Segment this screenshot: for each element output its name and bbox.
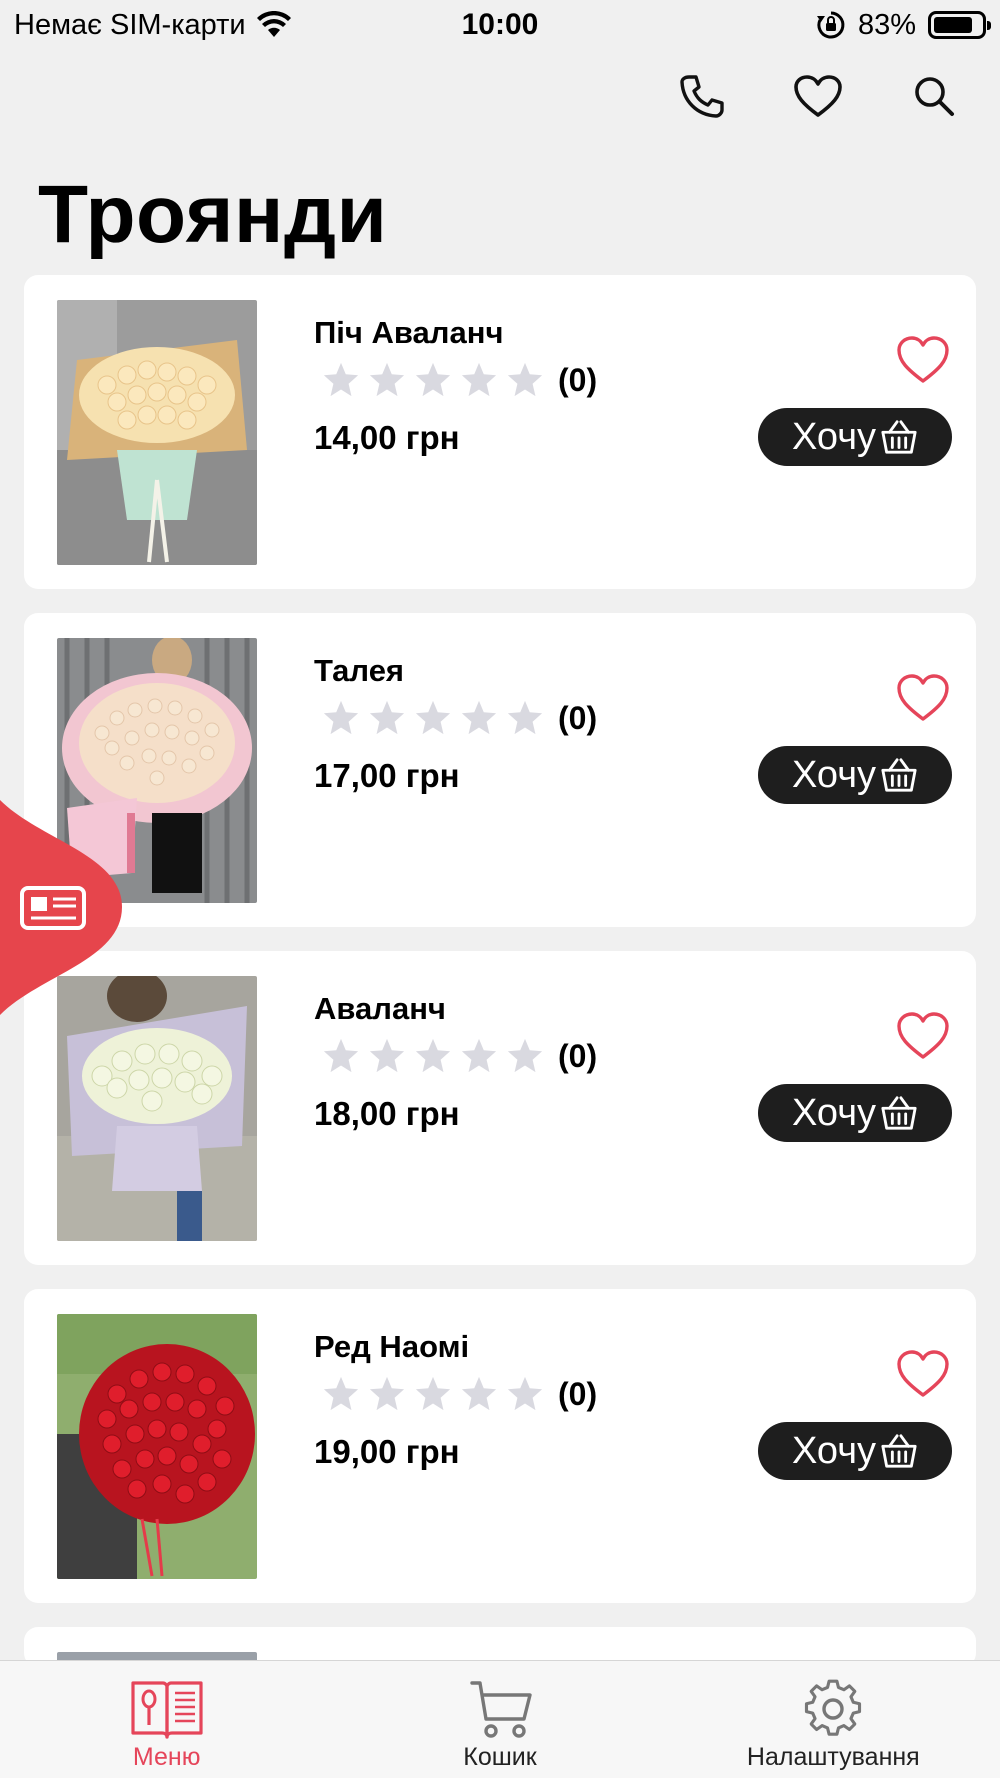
heart-icon: [897, 674, 949, 721]
star-icon: [415, 700, 451, 735]
basket-icon: [881, 758, 917, 792]
rating-count: (0): [558, 1037, 598, 1074]
menu-book-icon: [131, 1681, 203, 1739]
cart-icon: [470, 1681, 532, 1738]
carrier-label: Немає SIM-карти: [14, 8, 246, 41]
product-image[interactable]: [57, 300, 257, 565]
favorite-button[interactable]: [896, 1349, 950, 1399]
want-button[interactable]: Хочу: [758, 1422, 952, 1480]
basket-icon: [881, 1096, 917, 1130]
phone-button[interactable]: [676, 70, 728, 122]
catalog-side-tab[interactable]: [0, 800, 122, 1015]
search-icon: [915, 77, 954, 116]
phone-icon: [680, 75, 724, 118]
wifi-icon: [256, 11, 291, 37]
product-card[interactable]: Піч Аваланч (0) 14,00 грн Хочу: [24, 275, 976, 589]
favorites-button[interactable]: [792, 70, 844, 122]
product-card[interactable]: Талея (0) 17,00 грн Хочу: [24, 613, 976, 927]
rotation-lock-icon: [816, 11, 845, 39]
star-icon: [461, 1376, 497, 1411]
star-icon: [369, 1038, 405, 1073]
product-image[interactable]: [57, 976, 257, 1241]
status-left: Немає SIM-карти: [14, 9, 292, 42]
product-name[interactable]: Талея: [314, 653, 404, 689]
top-actions: [676, 70, 960, 122]
tab-bar: Меню Кошик Налаштування: [0, 1660, 1000, 1778]
star-icon: [323, 1038, 359, 1073]
want-button-label: Хочу: [791, 1091, 876, 1134]
product-price: 14,00 грн: [314, 419, 460, 456]
favorite-button[interactable]: [896, 335, 950, 385]
tab-cart[interactable]: Кошик: [333, 1661, 666, 1778]
heart-icon: [794, 75, 842, 117]
tab-settings[interactable]: Налаштування: [667, 1661, 1000, 1778]
star-icon: [461, 700, 497, 735]
rating: (0): [322, 1375, 597, 1413]
tab-menu[interactable]: Меню: [0, 1661, 333, 1778]
product-name[interactable]: Піч Аваланч: [314, 315, 503, 351]
want-button-label: Хочу: [791, 415, 876, 458]
rating: (0): [322, 1037, 597, 1075]
product-price: 19,00 грн: [314, 1433, 460, 1470]
star-icon: [369, 362, 405, 397]
tab-label: Меню: [132, 1743, 201, 1771]
rating: (0): [322, 699, 597, 737]
search-button[interactable]: [908, 70, 960, 122]
battery-percent: 83%: [857, 8, 916, 41]
battery-icon: [928, 11, 991, 39]
star-icon: [461, 1038, 497, 1073]
star-icon: [507, 700, 543, 735]
product-image[interactable]: [57, 1314, 257, 1579]
favorite-button[interactable]: [896, 1011, 950, 1061]
star-icon: [323, 1376, 359, 1411]
page-title: Троянди: [38, 169, 388, 260]
tab-label: Кошик: [463, 1743, 537, 1771]
gear-icon: [805, 1679, 862, 1736]
product-name[interactable]: Ред Наомі: [314, 1329, 469, 1365]
star-icon: [415, 1038, 451, 1073]
star-icon: [323, 362, 359, 397]
product-card[interactable]: Ред Наомі (0) 19,00 грн Хочу: [24, 1289, 976, 1603]
star-icon: [323, 700, 359, 735]
product-list[interactable]: Піч Аваланч (0) 14,00 грн Хочу Талея (0)…: [24, 275, 976, 1691]
status-right: 83%: [816, 8, 991, 42]
rating-count: (0): [558, 1375, 598, 1412]
want-button[interactable]: Хочу: [758, 746, 952, 804]
star-icon: [507, 1038, 543, 1073]
star-icon: [507, 1376, 543, 1411]
favorite-button[interactable]: [896, 673, 950, 723]
product-card[interactable]: Аваланч (0) 18,00 грн Хочу: [24, 951, 976, 1265]
rating-count: (0): [558, 361, 598, 398]
product-price: 18,00 грн: [314, 1095, 460, 1132]
rating-count: (0): [558, 699, 598, 736]
want-button-label: Хочу: [791, 753, 876, 796]
heart-icon: [897, 1012, 949, 1059]
product-price: 17,00 грн: [314, 757, 460, 794]
want-button[interactable]: Хочу: [758, 1084, 952, 1142]
want-button[interactable]: Хочу: [758, 408, 952, 466]
basket-icon: [881, 1434, 917, 1468]
product-name[interactable]: Аваланч: [314, 991, 446, 1027]
status-bar: Немає SIM-карти 10:00 83%: [0, 0, 1000, 50]
star-icon: [369, 1376, 405, 1411]
star-icon: [461, 362, 497, 397]
want-button-label: Хочу: [791, 1429, 876, 1472]
heart-icon: [897, 336, 949, 383]
tab-label: Налаштування: [746, 1743, 920, 1771]
star-icon: [415, 362, 451, 397]
heart-icon: [897, 1350, 949, 1397]
basket-icon: [881, 420, 917, 454]
rating: (0): [322, 361, 597, 399]
star-icon: [507, 362, 543, 397]
star-icon: [415, 1376, 451, 1411]
star-icon: [369, 700, 405, 735]
